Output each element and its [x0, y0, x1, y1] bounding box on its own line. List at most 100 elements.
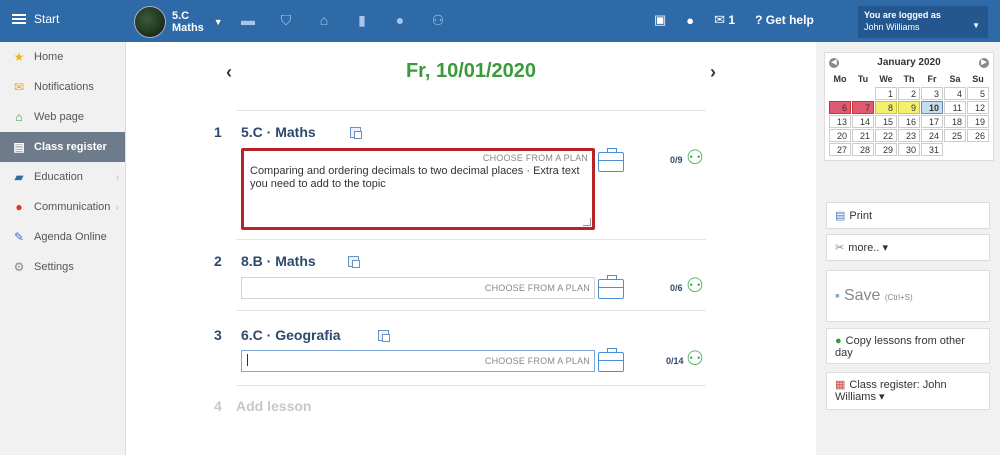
sidebar-item-settings[interactable]: ⚙ Settings — [0, 252, 125, 282]
sidebar-item-label: Communication — [34, 201, 111, 213]
briefcase-icon[interactable] — [598, 275, 624, 299]
sidebar-item-notifications[interactable]: ✉ Notifications — [0, 72, 125, 102]
add-lesson-button[interactable]: Add lesson — [236, 398, 311, 414]
sidebar-item-communication[interactable]: ● Communication › — [0, 192, 125, 222]
copy-icon[interactable] — [378, 330, 390, 342]
topic-text: Comparing and ordering decimals to two d… — [250, 165, 580, 190]
help-button[interactable]: ? Get help — [755, 13, 814, 27]
calendar-day[interactable]: 28 — [852, 143, 874, 156]
copy-lessons-button[interactable]: ● Copy lessons from other day — [826, 328, 990, 364]
mail-count: 1 — [728, 13, 736, 27]
briefcase-icon[interactable] — [598, 348, 624, 372]
start-menu[interactable]: Start — [12, 12, 59, 26]
start-label: Start — [34, 12, 60, 26]
students-icon[interactable]: ⚇ — [686, 276, 704, 296]
star-icon: ★ — [13, 50, 25, 64]
cast-icon[interactable]: ▣ — [654, 12, 666, 28]
students-icon[interactable]: ⚇ — [686, 349, 704, 369]
printer-icon: ▤ — [835, 210, 846, 222]
calendar-day[interactable]: 17 — [921, 115, 943, 128]
add-lesson-number: 4 — [214, 398, 222, 414]
lesson-title[interactable]: 8.B · Maths — [241, 253, 316, 269]
briefcase-icon[interactable]: ▬ — [240, 12, 256, 28]
class-selector[interactable]: 5.C Maths ▼ — [134, 6, 223, 38]
class-register-label: Class register: John Williams ▾ — [835, 379, 947, 403]
calendar-day[interactable]: 13 — [829, 115, 851, 128]
copy-icon[interactable] — [348, 256, 360, 268]
calendar-day[interactable]: 2 — [898, 87, 920, 100]
bar-chart-icon[interactable]: ▮ — [354, 12, 370, 28]
calendar-day[interactable]: 30 — [898, 143, 920, 156]
calendar-day[interactable]: 23 — [898, 129, 920, 142]
topic-textarea[interactable]: CHOOSE FROM A PLAN Comparing and orderin… — [241, 148, 595, 230]
calendar-day[interactable]: 7 — [852, 101, 874, 114]
calendar-day[interactable]: 3 — [921, 87, 943, 100]
calendar-day[interactable]: 26 — [967, 129, 989, 142]
choose-from-plan-label: CHOOSE FROM A PLAN — [484, 356, 590, 366]
calendar-day[interactable]: 20 — [829, 129, 851, 142]
divider — [236, 110, 706, 111]
sidebar: ★ Home ✉ Notifications ⌂ Web page ▤ Clas… — [0, 42, 126, 455]
menu-icon — [12, 14, 26, 24]
calendar-icon: ▦ — [835, 379, 846, 391]
calendar-day[interactable]: 12 — [967, 101, 989, 114]
calendar-day[interactable]: 15 — [875, 115, 897, 128]
calendar-day[interactable]: 29 — [875, 143, 897, 156]
calendar-day[interactable]: 8 — [875, 101, 897, 114]
students-icon[interactable]: ⚇ — [686, 148, 704, 168]
topic-input[interactable]: CHOOSE FROM A PLAN — [241, 277, 595, 299]
pen-icon: ✎ — [13, 230, 25, 244]
chat-icon[interactable]: ● — [686, 13, 694, 28]
calendar-day[interactable]: 14 — [852, 115, 874, 128]
calendar-day-selected[interactable]: 10 — [921, 101, 943, 114]
resize-handle[interactable] — [583, 218, 591, 226]
calendar-day[interactable]: 19 — [967, 115, 989, 128]
more-button[interactable]: ✂ more.. ▾ — [826, 234, 990, 261]
copy-icon[interactable] — [350, 127, 362, 139]
calendar-day[interactable]: 16 — [898, 115, 920, 128]
class-register-selector[interactable]: ▦ Class register: John Williams ▾ — [826, 372, 990, 410]
shield-icon[interactable]: ⛉ — [278, 12, 294, 28]
mail-button[interactable]: ✉ 1 — [714, 12, 735, 28]
sidebar-item-education[interactable]: ▰ Education › — [0, 162, 125, 192]
lesson-title[interactable]: 6.C · Geografia — [241, 327, 341, 343]
calendar-day[interactable]: 11 — [944, 101, 966, 114]
calendar-day[interactable]: 5 — [967, 87, 989, 100]
calendar-next-icon[interactable]: ▶ — [978, 57, 989, 68]
sidebar-item-web-page[interactable]: ⌂ Web page — [0, 102, 125, 132]
calendar-prev-icon[interactable]: ◀ — [829, 57, 839, 68]
calendar-day[interactable]: 25 — [944, 129, 966, 142]
lesson-title[interactable]: 5.C · Maths — [241, 124, 316, 140]
calendar-day[interactable]: 22 — [875, 129, 897, 142]
gauge-icon[interactable]: ● — [392, 12, 408, 28]
calendar-day[interactable]: 4 — [944, 87, 966, 100]
register-icon: ▤ — [13, 140, 25, 154]
sidebar-item-class-register[interactable]: ▤ Class register — [0, 132, 125, 162]
sidebar-item-agenda-online[interactable]: ✎ Agenda Online — [0, 222, 125, 252]
lesson-number: 1 — [214, 124, 222, 140]
chevron-right-icon[interactable]: › — [710, 62, 716, 83]
print-button[interactable]: ▤ Print — [826, 202, 990, 229]
calendar-day[interactable]: 9 — [898, 101, 920, 114]
user-menu[interactable]: You are logged as John Williams ▼ — [858, 6, 988, 38]
briefcase-icon[interactable] — [598, 148, 624, 172]
tools-icon: ✂ — [835, 242, 845, 254]
calendar-day[interactable]: 18 — [944, 115, 966, 128]
topic-input[interactable]: CHOOSE FROM A PLAN — [241, 350, 595, 372]
calendar-day[interactable]: 24 — [921, 129, 943, 142]
sidebar-item-label: Settings — [34, 261, 74, 273]
help-label: Get help — [765, 13, 814, 27]
bank-icon[interactable]: ⌂ — [316, 12, 332, 28]
people-walking-icon[interactable]: ⚇ — [430, 12, 446, 28]
sidebar-item-home[interactable]: ★ Home — [0, 42, 125, 72]
calendar-day[interactable]: 6 — [829, 101, 851, 114]
save-button[interactable]: ▪ Save (Ctrl+S) — [826, 270, 990, 322]
attendance-count: 0/14 — [666, 356, 684, 366]
calendar-day[interactable]: 1 — [875, 87, 897, 100]
calendar-day[interactable]: 21 — [852, 129, 874, 142]
calendar-day[interactable]: 31 — [921, 143, 943, 156]
calendar-dow: Su — [972, 74, 984, 84]
more-label: more.. ▾ — [848, 242, 888, 254]
calendar-dow: Tu — [857, 74, 869, 84]
calendar-day[interactable]: 27 — [829, 143, 851, 156]
